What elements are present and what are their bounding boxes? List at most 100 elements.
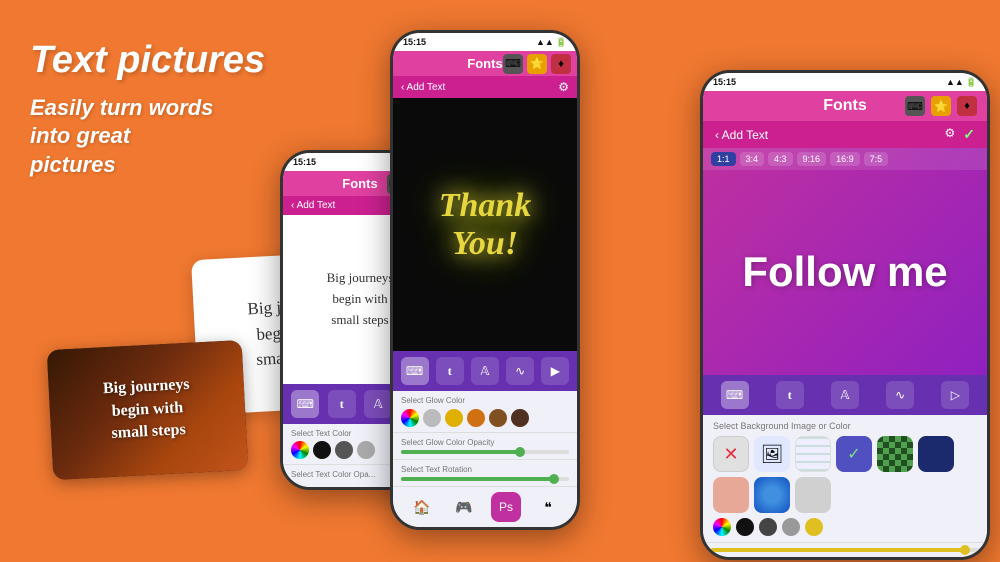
- star-icon-3[interactable]: ⭐: [931, 96, 951, 116]
- app-header-icons-3: ⌨ ⭐ ♦: [905, 96, 977, 116]
- status-bar-3: 15:15 ▲▲ 🔋: [703, 73, 987, 91]
- gear-icon-3[interactable]: ⚙: [945, 126, 956, 143]
- bg-label-3: Select Background Image or Color: [713, 421, 977, 431]
- ratio-16-9[interactable]: 16:9: [830, 152, 860, 166]
- check-icon-3[interactable]: ✓: [963, 126, 975, 143]
- gem-icon-3[interactable]: ♦: [957, 96, 977, 116]
- rainbow-bg[interactable]: [713, 518, 731, 536]
- gray-glow[interactable]: [423, 409, 441, 427]
- keyboard-tool-2[interactable]: ⌨: [401, 357, 429, 385]
- yellow-glow[interactable]: [445, 409, 463, 427]
- orange-glow[interactable]: [467, 409, 485, 427]
- ratio-9-16[interactable]: 9:16: [797, 152, 827, 166]
- curve-tool-2[interactable]: ∿: [506, 357, 534, 385]
- rotation-label: Select Text Rotation: [401, 465, 569, 474]
- bg-light-gray[interactable]: [795, 477, 831, 513]
- app-header-2: Fonts ⌨ ⭐ ♦: [393, 51, 577, 76]
- thank-you-text: ThankYou!: [439, 187, 532, 262]
- gear-icon-2[interactable]: ⚙: [558, 80, 569, 94]
- darkbrown-glow[interactable]: [511, 409, 529, 427]
- app-header-3: Fonts ⌨ ⭐ ♦: [703, 91, 987, 121]
- bg-colors-row2: [713, 518, 977, 536]
- bg-slider-section: [703, 542, 987, 557]
- sub-header-3: ‹ Add Text ⚙ ✓: [703, 121, 987, 148]
- ratio-3-4[interactable]: 3:4: [740, 152, 765, 166]
- ratio-1-1[interactable]: 1:1: [711, 152, 736, 166]
- rainbow-glow[interactable]: [401, 409, 419, 427]
- back-link-3[interactable]: ‹ Add Text: [715, 128, 768, 142]
- game-nav[interactable]: 🎮: [449, 492, 479, 522]
- bg-options-row1: ✕ 🖼 ✓: [713, 436, 977, 513]
- status-icons-3: ▲▲ 🔋: [946, 77, 977, 88]
- hero-title: Text pictures: [30, 40, 270, 82]
- text-tool-2[interactable]: t: [436, 357, 464, 385]
- bg-dark-blue[interactable]: [918, 436, 954, 472]
- app-title-3: Fonts: [823, 97, 867, 115]
- rotation-section: Select Text Rotation: [393, 459, 577, 486]
- bg-peach[interactable]: [713, 477, 749, 513]
- app-header-icons-2: ⌨ ⭐ ♦: [503, 54, 571, 74]
- ratio-4-3[interactable]: 4:3: [768, 152, 793, 166]
- yellow-bg-dot[interactable]: [805, 518, 823, 536]
- bg-blue-dots[interactable]: [754, 477, 790, 513]
- dark-card-text: Big journeysbegin withsmall steps: [92, 364, 203, 457]
- bg-slider[interactable]: [711, 548, 979, 552]
- glow-opacity-slider[interactable]: [401, 450, 569, 454]
- phone3-canvas: 1:1 3:4 4:3 9:16 16:9 7:5 Follow me: [703, 148, 987, 375]
- more-tool-2[interactable]: ▶: [541, 357, 569, 385]
- toolbar-2: ⌨ t 𝔸 ∿ ▶: [393, 351, 577, 391]
- ratio-bar: 1:1 3:4 4:3 9:16 16:9 7:5: [703, 148, 987, 170]
- star-icon-2[interactable]: ⭐: [527, 54, 547, 74]
- back-link-2[interactable]: ‹ Add Text: [401, 82, 445, 93]
- keyboard-tool-3[interactable]: ⌨: [721, 381, 749, 409]
- bg-cross[interactable]: ✕: [713, 436, 749, 472]
- darkgray-bg-dot[interactable]: [759, 518, 777, 536]
- font-tool-3[interactable]: 𝔸: [831, 381, 859, 409]
- edit-nav[interactable]: Ps: [491, 492, 521, 522]
- darkgray-dot-1[interactable]: [335, 441, 353, 459]
- canvas-follow-me: Follow me: [703, 170, 987, 375]
- keyboard-icon-2[interactable]: ⌨: [503, 54, 523, 74]
- rainbow-color-1[interactable]: [291, 441, 309, 459]
- back-link-1[interactable]: ‹ Add Text: [291, 200, 335, 211]
- bg-checker[interactable]: [877, 436, 913, 472]
- text-tool-1[interactable]: t: [328, 390, 356, 418]
- gem-icon-2[interactable]: ♦: [551, 54, 571, 74]
- quote-nav[interactable]: ❝: [533, 492, 563, 522]
- sub-header-2: ‹ Add Text ⚙: [393, 76, 577, 98]
- app-title-1: Fonts: [342, 176, 377, 191]
- ratio-7-5[interactable]: 7:5: [864, 152, 889, 166]
- bg-lines[interactable]: [795, 436, 831, 472]
- toolbar-3: ⌨ t 𝔸 ∿ ▷: [703, 375, 987, 415]
- bg-slider-thumb[interactable]: [960, 545, 970, 555]
- home-nav[interactable]: 🏠: [407, 492, 437, 522]
- glow-label-2: Select Glow Color: [401, 396, 569, 405]
- glow-opacity-label: Select Glow Color Opacity: [401, 438, 569, 447]
- font-tool-2[interactable]: 𝔸: [471, 357, 499, 385]
- phone-3: 15:15 ▲▲ 🔋 Fonts ⌨ ⭐ ♦ ‹ Add Text ⚙ ✓ 1:…: [700, 70, 990, 560]
- keyboard-icon-3[interactable]: ⌨: [905, 96, 925, 116]
- slider-fill-opacity: [401, 450, 519, 454]
- app-title-2: Fonts: [467, 56, 502, 71]
- keyboard-tool-1[interactable]: ⌨: [291, 390, 319, 418]
- bg-section-3: Select Background Image or Color ✕ 🖼 ✓: [703, 415, 987, 542]
- bg-check-selected[interactable]: ✓: [836, 436, 872, 472]
- phone2-canvas: ThankYou!: [393, 98, 577, 351]
- bg-slider-fill: [711, 548, 966, 552]
- more-tool-3[interactable]: ▷: [941, 381, 969, 409]
- slider-thumb-opacity[interactable]: [515, 447, 525, 457]
- slider-thumb-rotation[interactable]: [549, 474, 559, 484]
- black-dot-1[interactable]: [313, 441, 331, 459]
- brown-glow[interactable]: [489, 409, 507, 427]
- curve-tool-3[interactable]: ∿: [886, 381, 914, 409]
- font-tool-1[interactable]: 𝔸: [364, 390, 392, 418]
- rotation-slider[interactable]: [401, 477, 569, 481]
- text-tool-3[interactable]: t: [776, 381, 804, 409]
- sub-icons-3: ⚙ ✓: [945, 126, 976, 143]
- black-bg-dot[interactable]: [736, 518, 754, 536]
- gray-dot-1[interactable]: [357, 441, 375, 459]
- bg-image[interactable]: 🖼: [754, 436, 790, 472]
- dark-card: Big journeysbegin withsmall steps: [47, 340, 249, 480]
- gray-bg-dot[interactable]: [782, 518, 800, 536]
- hero-section: Text pictures Easily turn wordsinto grea…: [30, 40, 270, 180]
